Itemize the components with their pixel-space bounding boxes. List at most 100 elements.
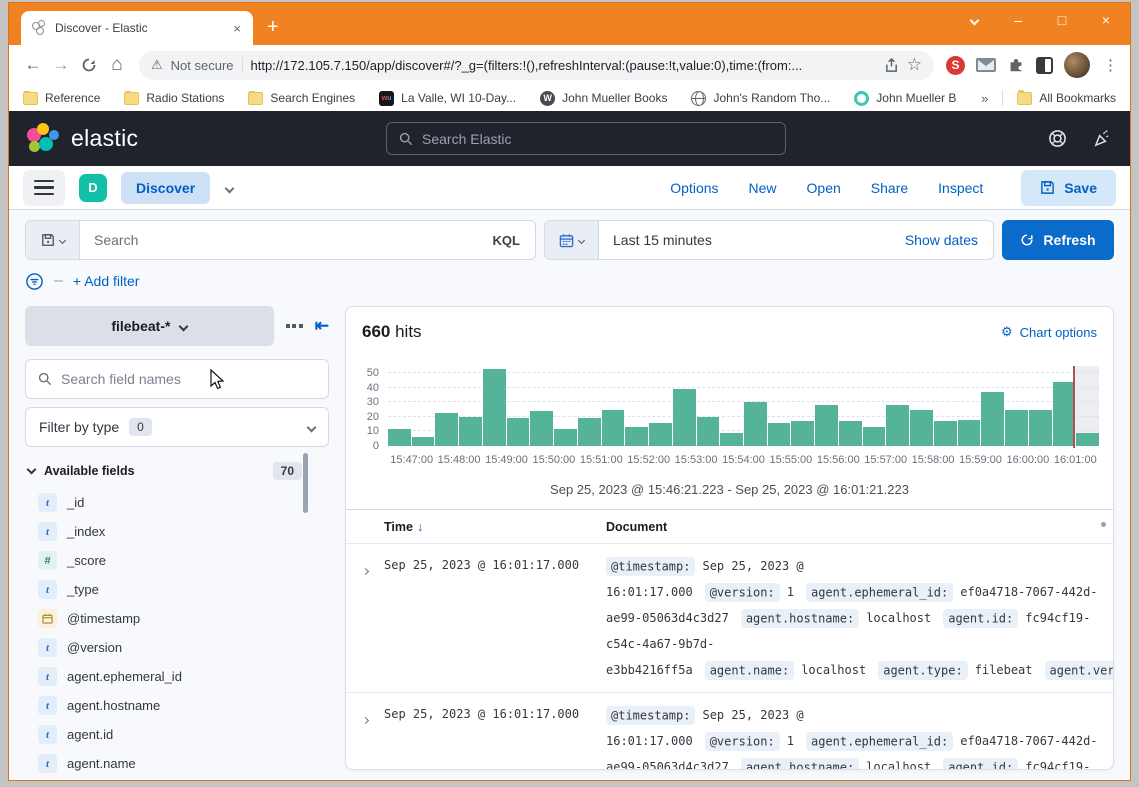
histogram-bar[interactable] — [483, 369, 506, 446]
histogram-bar[interactable] — [602, 410, 625, 446]
save-button[interactable]: Save — [1021, 170, 1116, 206]
menu-hamburger-icon[interactable] — [23, 170, 65, 206]
histogram-bar[interactable] — [910, 410, 933, 446]
minimize-button[interactable]: – — [996, 3, 1040, 37]
browser-tab[interactable]: Discover - Elastic × — [21, 11, 253, 45]
histogram-bar[interactable] — [1053, 382, 1076, 446]
date-quick-menu-button[interactable] — [545, 221, 599, 259]
tab-search-icon[interactable] — [952, 3, 996, 37]
chart-options-button[interactable]: ⚙ Chart options — [1001, 324, 1097, 340]
histogram-bar[interactable] — [435, 413, 458, 446]
elastic-search-input[interactable]: Search Elastic — [386, 122, 786, 155]
field-item[interactable]: t_id — [25, 488, 329, 517]
bookmarks-overflow-icon[interactable]: » — [981, 91, 988, 106]
histogram-bar[interactable] — [554, 429, 577, 446]
news-feed-icon[interactable] — [1093, 129, 1112, 148]
show-dates-button[interactable]: Show dates — [905, 232, 993, 248]
histogram-bar[interactable] — [530, 411, 553, 446]
mail-extension-icon[interactable] — [976, 58, 996, 72]
bookmark-item[interactable]: John's Random Tho... — [691, 91, 830, 106]
histogram-bar[interactable] — [981, 392, 1004, 446]
table-row[interactable]: Sep 25, 2023 @ 16:01:17.000@timestamp:Se… — [346, 543, 1113, 692]
histogram-bar[interactable] — [507, 418, 530, 446]
expand-row-button[interactable] — [346, 702, 384, 769]
reload-button[interactable] — [75, 57, 103, 73]
histogram-bar[interactable] — [863, 427, 886, 446]
index-options-icon[interactable] — [286, 324, 303, 328]
histogram-bar[interactable] — [412, 437, 435, 446]
browser-menu-icon[interactable]: ⋮ — [1101, 56, 1120, 74]
help-icon[interactable] — [1048, 129, 1067, 148]
search-input[interactable]: Search — [80, 232, 478, 248]
histogram-bar[interactable] — [934, 421, 957, 446]
histogram-bar[interactable] — [649, 423, 672, 446]
field-item[interactable]: t_type — [25, 575, 329, 604]
security-label[interactable]: Not secure — [171, 58, 234, 73]
bookmark-star-icon[interactable]: ☆ — [907, 55, 922, 75]
address-bar[interactable]: ⚠ Not secure http://172.105.7.150/app/di… — [139, 51, 934, 80]
time-range-value[interactable]: Last 15 minutes — [599, 232, 905, 248]
index-pattern-select[interactable]: filebeat-* — [25, 306, 274, 346]
home-button[interactable]: ⌂ — [103, 54, 131, 76]
field-item[interactable]: t@version — [25, 633, 329, 662]
histogram-bar[interactable] — [388, 429, 411, 446]
all-bookmarks-button[interactable]: All Bookmarks — [1017, 91, 1116, 105]
bookmark-item[interactable]: wuLa Valle, WI 10-Day... — [379, 91, 516, 106]
nav-action-open[interactable]: Open — [807, 180, 841, 196]
profile-avatar[interactable] — [1064, 52, 1090, 78]
field-item[interactable]: tagent.id — [25, 720, 329, 749]
histogram-bar[interactable] — [1005, 410, 1028, 446]
nav-action-new[interactable]: New — [749, 180, 777, 196]
share-icon[interactable] — [884, 58, 899, 73]
url-text[interactable]: http://172.105.7.150/app/discover#/?_g=(… — [251, 58, 876, 73]
collapse-sidebar-icon[interactable]: ⇤ — [315, 316, 329, 336]
breadcrumb-discover[interactable]: Discover — [121, 172, 210, 204]
histogram-bar[interactable] — [791, 421, 814, 446]
sidebar-scrollbar[interactable] — [303, 453, 308, 513]
filter-menu-icon[interactable] — [25, 272, 44, 291]
nav-action-options[interactable]: Options — [670, 180, 718, 196]
histogram-bar[interactable] — [958, 420, 981, 446]
field-search-input[interactable]: Search field names — [25, 359, 329, 399]
bookmark-item[interactable]: WJohn Mueller Books — [540, 91, 667, 106]
histogram-chart[interactable]: 01020304050 — [388, 366, 1099, 446]
space-badge[interactable]: D — [79, 174, 107, 202]
histogram-bar[interactable] — [768, 423, 791, 446]
refresh-button[interactable]: Refresh — [1002, 220, 1114, 260]
nav-action-inspect[interactable]: Inspect — [938, 180, 983, 196]
tab-close-icon[interactable]: × — [229, 21, 245, 36]
bookmark-item[interactable]: Reference — [23, 91, 100, 105]
histogram-bar[interactable] — [886, 405, 909, 446]
column-header-document[interactable]: Document — [606, 520, 667, 534]
bookmark-item[interactable]: John Mueller Books... — [854, 91, 957, 106]
histogram-bar[interactable] — [625, 427, 648, 446]
histogram-bar[interactable] — [839, 421, 862, 446]
back-button[interactable]: ← — [19, 55, 47, 75]
column-header-time[interactable]: Time ↓ — [384, 520, 606, 534]
field-item[interactable]: tagent.name — [25, 749, 329, 778]
histogram-bar[interactable] — [1029, 410, 1052, 446]
table-scrollbar[interactable] — [1101, 522, 1106, 527]
bookmark-item[interactable]: Search Engines — [248, 91, 355, 105]
new-tab-button[interactable]: + — [267, 17, 279, 37]
histogram-bar[interactable] — [578, 418, 601, 446]
date-picker[interactable]: Last 15 minutes Show dates — [544, 220, 994, 260]
available-fields-header[interactable]: Available fields 70 — [25, 462, 329, 480]
query-bar[interactable]: Search KQL — [25, 220, 536, 260]
nav-action-share[interactable]: Share — [871, 180, 908, 196]
histogram-bar[interactable] — [697, 417, 720, 446]
add-filter-button[interactable]: + Add filter — [73, 273, 140, 289]
dark-reader-extension-icon[interactable] — [1036, 57, 1053, 74]
histogram-bar[interactable] — [1076, 433, 1099, 446]
filter-by-type-select[interactable]: Filter by type 0 — [25, 407, 329, 447]
histogram-bar[interactable] — [744, 402, 767, 446]
maximize-button[interactable]: □ — [1040, 3, 1084, 37]
field-item[interactable]: tagent.ephemeral_id — [25, 662, 329, 691]
grammarly-extension-icon[interactable]: S — [946, 56, 965, 75]
histogram-bar[interactable] — [815, 405, 838, 446]
field-item[interactable]: t_index — [25, 517, 329, 546]
breadcrumb-chevron-icon[interactable] — [226, 179, 233, 197]
expand-row-button[interactable] — [346, 553, 384, 683]
field-item[interactable]: @timestamp — [25, 604, 329, 633]
saved-query-menu-button[interactable] — [26, 221, 80, 259]
